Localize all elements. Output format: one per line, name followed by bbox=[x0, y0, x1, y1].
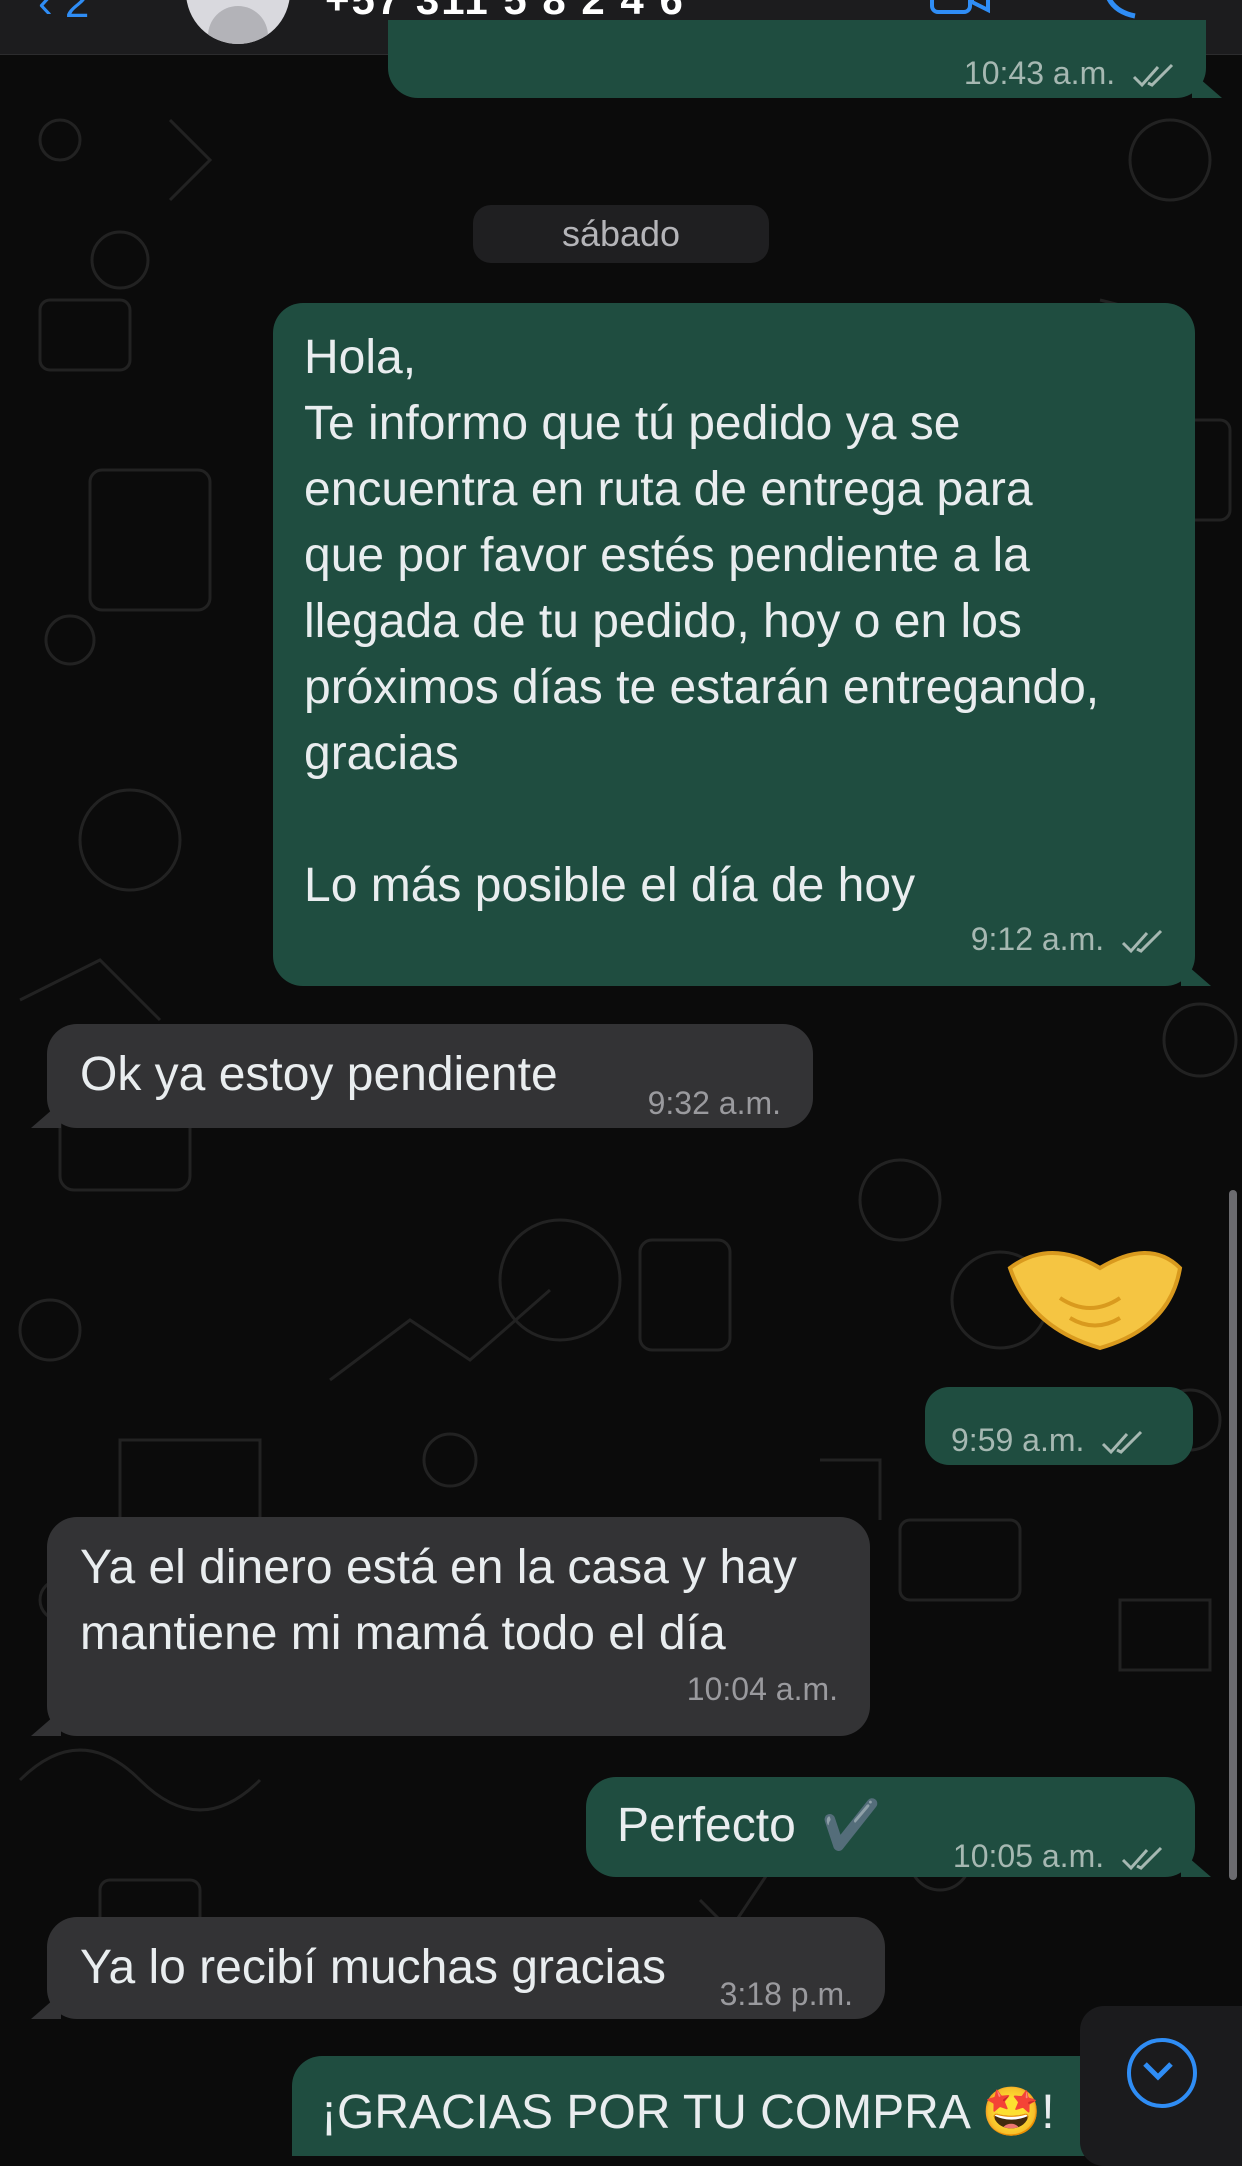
video-camera-icon[interactable] bbox=[930, 0, 990, 20]
message-text: Ok ya estoy pendiente bbox=[80, 1048, 558, 1101]
chevron-down-circle-icon bbox=[1127, 2038, 1197, 2108]
message-text: Ya lo recibí muchas gracias bbox=[80, 1941, 667, 1994]
double-check-icon bbox=[1121, 1846, 1163, 1870]
message-line: próximos días te estarán entregando, bbox=[304, 661, 1100, 714]
message-bubble-outgoing[interactable]: Hola, Te informo que tú pedido ya se encue… bbox=[273, 303, 1211, 986]
message-line: llegada de tu pedido, hoy o en los bbox=[304, 595, 1022, 648]
message-text: Ya el dinero está en la casa y hay mantie… bbox=[80, 1535, 870, 1667]
chevron-left-icon: ‹ bbox=[38, 0, 53, 27]
message-bubble-incoming[interactable]: Ok ya estoy pendiente 9:32 a.m. bbox=[31, 1024, 813, 1128]
message-time-pill[interactable]: 9:59 a.m. bbox=[925, 1387, 1193, 1465]
message-line: Te informo que tú pedido ya se bbox=[304, 397, 961, 450]
message-text: Hola, Te informo que tú pedido ya se encue… bbox=[304, 325, 1165, 919]
message-line bbox=[304, 787, 1165, 853]
unread-count: 2 bbox=[64, 0, 90, 27]
message-time: 10:43 a.m. bbox=[963, 55, 1116, 91]
message-bubble-incoming[interactable]: Ya el dinero está en la casa y hay mantie… bbox=[31, 1517, 870, 1736]
message-text: ¡GRACIAS POR TU COMPRA 🤩! bbox=[321, 2086, 1055, 2139]
double-check-icon bbox=[1102, 1430, 1143, 1454]
scroll-to-bottom-button[interactable] bbox=[1080, 2006, 1242, 2166]
message-time: 10:04 a.m. bbox=[686, 1671, 838, 1707]
double-check-icon bbox=[1121, 929, 1163, 953]
message-bubble-outgoing[interactable]: ¡GRACIAS POR TU COMPRA 🤩! bbox=[292, 2056, 1112, 2156]
phone-icon[interactable] bbox=[1095, 0, 1155, 20]
back-button[interactable]: ‹ 2 bbox=[38, 0, 89, 28]
message-line: que por favor estés pendiente a la bbox=[304, 529, 1030, 582]
check-mark-emoji: ✔️ bbox=[821, 1799, 881, 1852]
handshake-emoji[interactable] bbox=[1000, 1228, 1190, 1358]
message-time: 3:18 p.m. bbox=[719, 1976, 853, 2012]
message-text: Perfecto bbox=[617, 1799, 796, 1852]
message-line: Ya el dinero está en la casa y hay bbox=[80, 1541, 797, 1594]
message-time: 9:12 a.m. bbox=[970, 921, 1105, 957]
message-time: 9:32 a.m. bbox=[647, 1085, 781, 1121]
message-bubble-outgoing[interactable]: 10:43 a.m. bbox=[388, 20, 1222, 98]
message-bubble-outgoing[interactable]: Perfecto ✔️ 10:05 a.m. bbox=[586, 1777, 1211, 1877]
double-check-icon bbox=[1132, 63, 1174, 87]
message-line: gracias bbox=[304, 727, 459, 780]
scrollbar[interactable] bbox=[1229, 1190, 1237, 1880]
day-separator: sábado bbox=[473, 205, 769, 263]
message-bubble-incoming[interactable]: Ya lo recibí muchas gracias 3:18 p.m. bbox=[31, 1917, 885, 2019]
message-time: 10:05 a.m. bbox=[952, 1838, 1105, 1874]
message-line: encuentra en ruta de entrega para bbox=[304, 463, 1033, 516]
message-line: Hola, bbox=[304, 331, 417, 384]
message-time: 9:59 a.m. bbox=[951, 1422, 1085, 1458]
avatar[interactable] bbox=[186, 0, 290, 44]
